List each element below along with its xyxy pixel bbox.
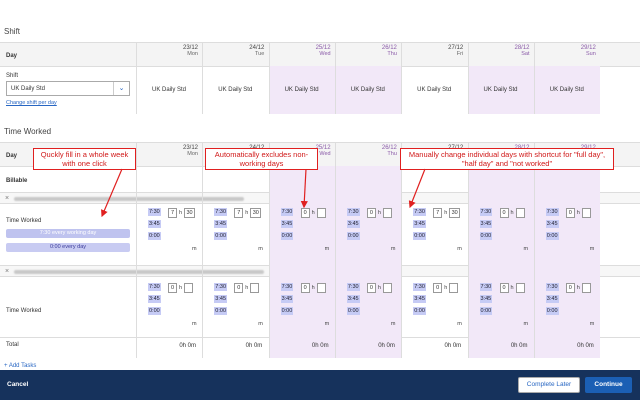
- footer-bar: Cancel Complete Later Continue: [0, 370, 640, 400]
- add-tasks-link[interactable]: + Add Tasks: [4, 363, 36, 369]
- complete-later-button[interactable]: Complete Later: [518, 377, 580, 393]
- arrow-to-wednesday: [300, 168, 308, 209]
- callout-arrows: [101, 168, 426, 218]
- arrow-to-fill-button: [101, 168, 123, 218]
- arrow-to-friday: [408, 168, 426, 209]
- cancel-button[interactable]: Cancel: [7, 381, 28, 388]
- continue-button[interactable]: Continue: [585, 377, 632, 393]
